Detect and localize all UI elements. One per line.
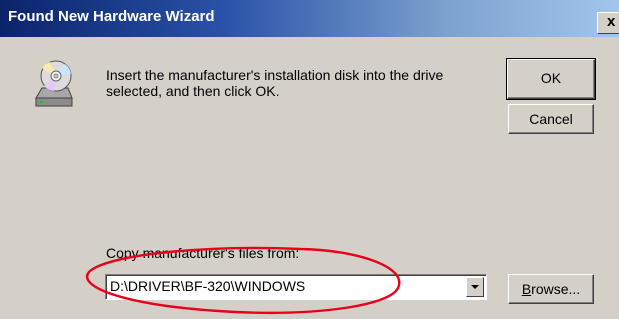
dialog-window: Found New Hardware Wizard x Insert the m… — [0, 0, 619, 319]
instruction-text: Insert the manufacturer's installation d… — [106, 67, 444, 99]
cd-disk-icon — [35, 60, 73, 107]
cancel-button-label: Cancel — [529, 111, 573, 127]
ok-button-label: OK — [540, 70, 562, 86]
window-title: Found New Hardware Wizard — [8, 8, 215, 25]
copy-files-label: Copy manufacturer's files from: — [106, 245, 300, 261]
browse-button[interactable]: Browse... — [508, 274, 594, 304]
browse-button-label: Browse... — [521, 281, 581, 297]
close-icon: x — [607, 13, 616, 30]
dropdown-arrow-button[interactable] — [466, 277, 484, 297]
path-input[interactable]: D:\DRIVER\BF-320\WINDOWS — [110, 278, 305, 294]
title-bar[interactable]: Found New Hardware Wizard x — [0, 0, 619, 37]
path-combobox[interactable]: D:\DRIVER\BF-320\WINDOWS — [105, 274, 487, 300]
cancel-button[interactable]: Cancel — [508, 104, 594, 134]
close-button[interactable]: x — [597, 12, 619, 34]
ok-button[interactable]: OK — [506, 58, 596, 100]
